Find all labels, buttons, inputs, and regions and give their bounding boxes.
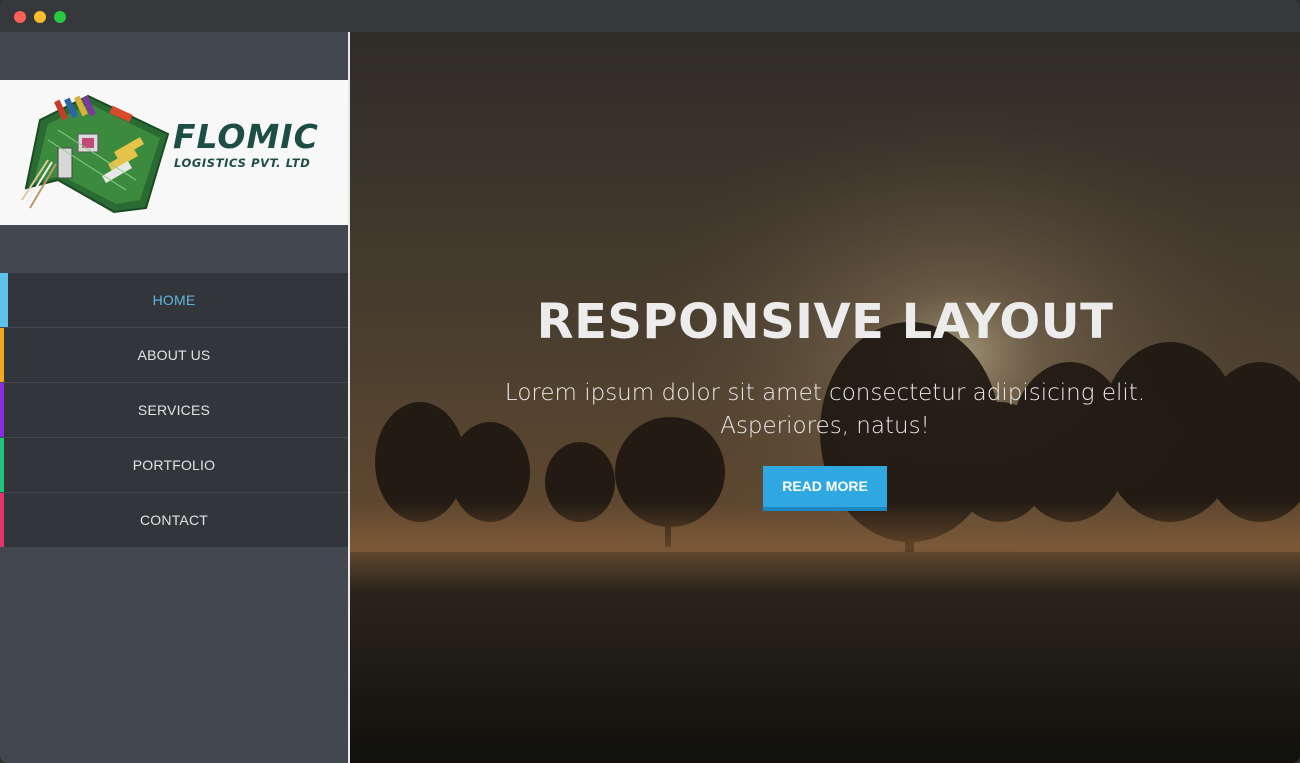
logo-name: FLOMIC — [173, 117, 319, 156]
sidebar: FLOMIC LOGISTICS PVT. LTD HOME ABOUT US … — [0, 32, 348, 763]
logo-subtitle: LOGISTICS PVT. LTD — [174, 156, 311, 170]
site-logo[interactable]: FLOMIC LOGISTICS PVT. LTD — [0, 80, 348, 225]
nav-item-label: SERVICES — [137, 402, 211, 418]
hero-description: Lorem ipsum dolor sit amet consectetur a… — [504, 380, 1146, 439]
nav-item-label: ABOUT US — [137, 347, 211, 363]
nav-item-about-us[interactable]: ABOUT US — [0, 328, 348, 383]
maximize-window-button[interactable] — [54, 11, 66, 23]
nav-item-services[interactable]: SERVICES — [0, 383, 348, 438]
nav-item-label: CONTACT — [139, 512, 209, 528]
minimize-window-button[interactable] — [34, 11, 46, 23]
main-nav: HOME ABOUT US SERVICES PORTFOLIO CONTACT — [0, 273, 348, 548]
close-window-button[interactable] — [14, 11, 26, 23]
nav-item-label: PORTFOLIO — [132, 457, 216, 473]
window-titlebar — [0, 0, 1300, 32]
hero-section: RESPONSIVE LAYOUT Lorem ipsum dolor sit … — [350, 32, 1300, 763]
nav-item-label: HOME — [152, 292, 196, 308]
circuit-board-icon — [21, 94, 170, 214]
hero-title: RESPONSIVE LAYOUT — [536, 294, 1114, 350]
nav-item-portfolio[interactable]: PORTFOLIO — [0, 438, 348, 493]
nav-item-home[interactable]: HOME — [0, 273, 348, 328]
nav-item-contact[interactable]: CONTACT — [0, 493, 348, 548]
read-more-button[interactable]: READ MORE — [763, 466, 887, 511]
browser-window: FLOMIC LOGISTICS PVT. LTD HOME ABOUT US … — [0, 0, 1300, 763]
